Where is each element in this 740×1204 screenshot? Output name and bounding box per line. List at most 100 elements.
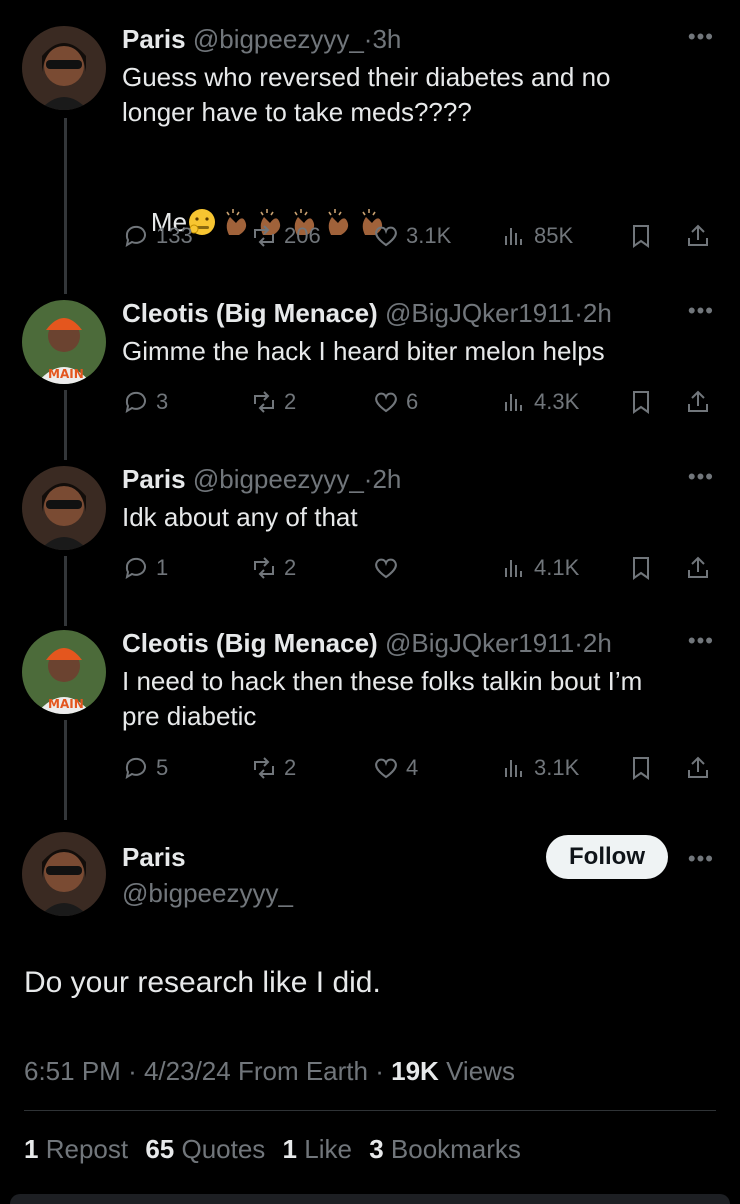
post-text: Gimme the hack I heard biter melon helps (122, 336, 605, 366)
views-count: 4.3K (534, 389, 580, 414)
quotes-label: Quotes (181, 1134, 266, 1164)
like-button[interactable]: 4 (372, 754, 418, 782)
action-bar: 1 2 4.1K (122, 554, 722, 584)
post-header: Cleotis (Big Menace) @BigJQker1911·2h (122, 628, 612, 659)
views-count: 4.1K (534, 555, 580, 580)
svg-text:MAIN: MAIN (48, 367, 84, 381)
separator-dot: · (128, 1056, 137, 1086)
likes-stat[interactable]: 1 Like (283, 1134, 352, 1164)
post-timestamp[interactable]: 6:51 PM (24, 1056, 121, 1086)
action-bar: 3 2 6 4.3K (122, 388, 722, 418)
main-author-handle[interactable]: @bigpeezyyy_ (122, 878, 293, 908)
thread-line (64, 720, 67, 820)
author-name[interactable]: Paris (122, 464, 186, 494)
reposts-label: Repost (45, 1134, 129, 1164)
author-handle[interactable]: @bigpeezyyy_ (193, 24, 364, 54)
views-button[interactable]: 4.3K (500, 388, 579, 416)
reply-button[interactable]: 133 (122, 222, 193, 250)
reply-icon (125, 391, 146, 414)
share-button[interactable] (684, 554, 712, 582)
bottom-sheet-edge (10, 1194, 730, 1204)
action-bar: 5 2 4 3.1K (122, 754, 722, 784)
bookmarks-label: Bookmarks (390, 1134, 521, 1164)
repost-button[interactable]: 2 (250, 388, 296, 416)
views-button[interactable]: 3.1K (500, 754, 579, 782)
share-icon (688, 390, 708, 412)
quotes-count: 65 (145, 1134, 175, 1164)
share-icon (688, 556, 708, 578)
like-button[interactable]: 3.1K (372, 222, 451, 250)
reply-button[interactable]: 3 (122, 388, 168, 416)
quotes-stat[interactable]: 65 Quotes (145, 1134, 265, 1164)
views-icon (505, 560, 522, 577)
likes-label: Like (304, 1134, 352, 1164)
views-total: 19K (391, 1056, 439, 1086)
like-count: 3.1K (406, 223, 452, 248)
reply-count: 133 (156, 223, 193, 248)
reply-button[interactable]: 5 (122, 754, 168, 782)
share-button[interactable] (684, 222, 712, 250)
bookmark-button[interactable] (627, 388, 655, 416)
author-handle[interactable]: @BigJQker1911 (385, 628, 574, 658)
post-text: Guess who reversed their diabetes and no… (122, 62, 611, 127)
avatar[interactable]: MAIN (22, 630, 106, 714)
views-button[interactable]: 85K (500, 222, 573, 250)
thread-line (64, 118, 67, 294)
post-time[interactable]: 3h (372, 24, 401, 54)
repost-count: 2 (284, 389, 297, 414)
repost-icon (254, 557, 274, 579)
share-icon (688, 756, 708, 778)
likes-count: 1 (282, 1134, 298, 1164)
repost-button[interactable]: 2 (250, 554, 296, 582)
avatar[interactable] (22, 832, 106, 916)
share-icon (688, 224, 708, 246)
author-handle[interactable]: @bigpeezyyy_ (193, 464, 364, 494)
heart-icon (375, 392, 397, 413)
author-name[interactable]: Cleotis (Big Menace) (122, 628, 378, 658)
bookmark-button[interactable] (627, 554, 655, 582)
views-label: Views (446, 1056, 515, 1086)
repost-button[interactable]: 206 (250, 222, 321, 250)
repost-button[interactable]: 2 (250, 754, 296, 782)
more-options-icon[interactable]: ••• (688, 628, 714, 654)
reposts-count: 1 (24, 1134, 39, 1164)
heart-icon (375, 558, 397, 579)
more-options-icon[interactable]: ••• (688, 24, 714, 50)
share-button[interactable] (684, 388, 712, 416)
post-time[interactable]: 2h (372, 464, 401, 494)
action-bar: 133 206 3.1K 85K (122, 222, 722, 252)
post-date[interactable]: 4/23/24 (144, 1056, 231, 1086)
views-icon (505, 228, 522, 245)
like-button[interactable] (372, 554, 406, 582)
avatar[interactable]: MAIN (22, 300, 106, 384)
avatar[interactable] (22, 26, 106, 110)
bookmarks-stat[interactable]: 3 Bookmarks (369, 1134, 521, 1164)
more-options-icon[interactable]: ••• (688, 846, 714, 872)
main-author-name[interactable]: Paris (122, 842, 186, 872)
bookmark-button[interactable] (627, 754, 655, 782)
author-handle[interactable]: @BigJQker1911 (385, 298, 574, 328)
more-options-icon[interactable]: ••• (688, 464, 714, 490)
author-name[interactable]: Paris (122, 24, 186, 54)
separator-dot: · (375, 1056, 384, 1086)
more-options-icon[interactable]: ••• (688, 298, 714, 324)
like-button[interactable]: 6 (372, 388, 418, 416)
reply-button[interactable]: 1 (122, 554, 168, 582)
repost-icon (254, 225, 274, 247)
post-time[interactable]: 2h (583, 298, 612, 328)
repost-icon (254, 757, 274, 779)
share-button[interactable] (684, 754, 712, 782)
post-time[interactable]: 2h (583, 628, 612, 658)
post-text: Idk about any of that (122, 502, 358, 532)
main-post-text: Do your research like I did. (24, 966, 381, 999)
views-count: 85K (534, 223, 574, 248)
follow-button[interactable]: Follow (546, 835, 668, 879)
repost-icon (254, 391, 274, 413)
author-name[interactable]: Cleotis (Big Menace) (122, 298, 378, 328)
reposts-stat[interactable]: 1 Repost (24, 1134, 128, 1164)
views-icon (505, 394, 522, 411)
avatar[interactable] (22, 466, 106, 550)
views-button[interactable]: 4.1K (500, 554, 579, 582)
bookmark-button[interactable] (627, 222, 655, 250)
reply-count: 1 (156, 555, 169, 580)
